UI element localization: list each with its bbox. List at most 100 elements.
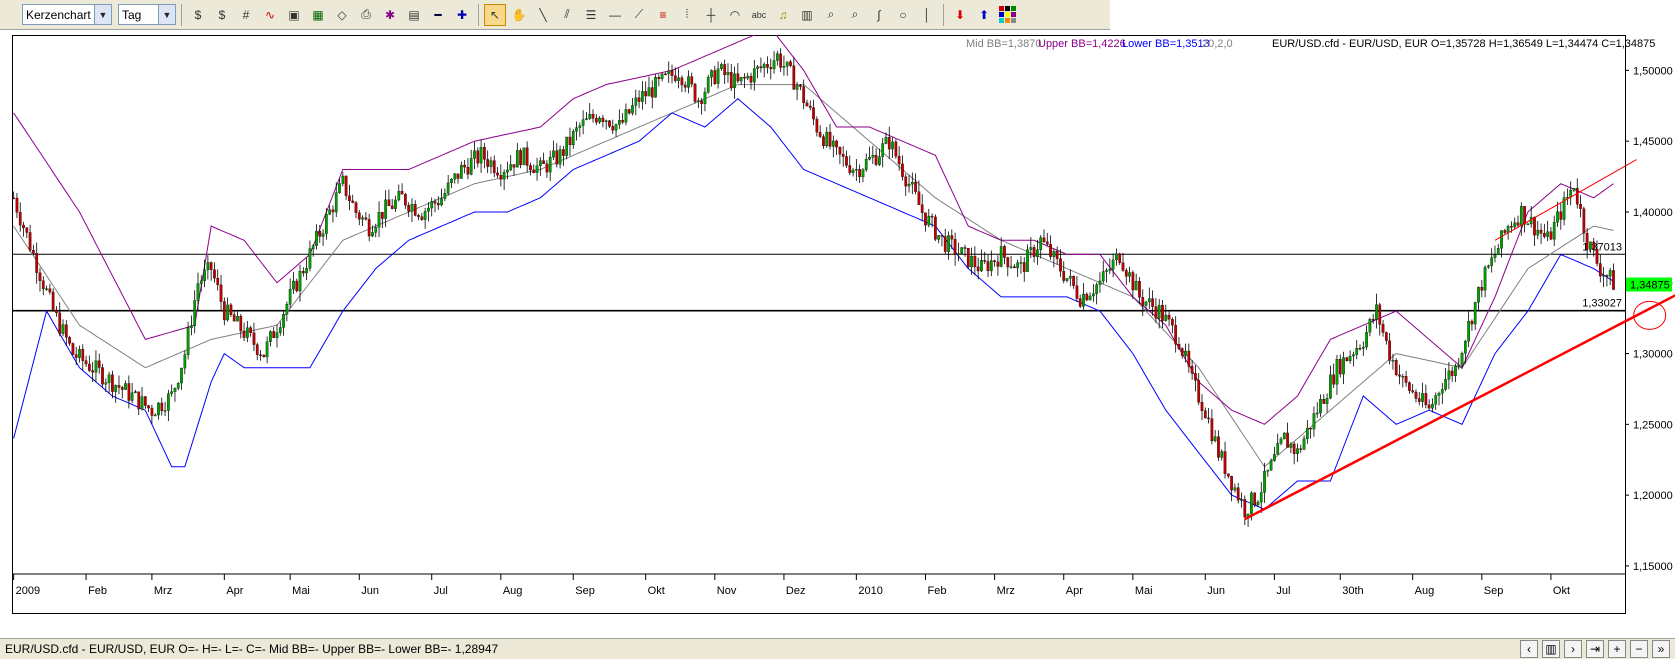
- x-tick-label: 2009: [16, 585, 40, 597]
- x-axis: 2009 Feb Mrz Apr Mai Jun Jul Aug Sep Okt Nov Dez 201…: [12, 573, 1625, 613]
- chart-legend: Mid BB=1,3870 Upper BB=1,4226 Lower BB=1…: [966, 38, 1655, 50]
- chart-type-select[interactable]: Kerzenchart ▼: [22, 4, 112, 25]
- x-tick-label: Mai: [1135, 585, 1153, 597]
- save-icon[interactable]: ▦: [307, 4, 329, 26]
- candle[interactable]: [1394, 358, 1398, 377]
- candle[interactable]: [1345, 356, 1349, 362]
- candle[interactable]: [966, 247, 970, 269]
- candle[interactable]: [654, 74, 657, 98]
- x-tick-label: Okt: [648, 585, 665, 597]
- scroll-forward-icon[interactable]: »: [1652, 640, 1670, 658]
- settings-icon[interactable]: ✱: [379, 4, 401, 26]
- zoom-in-icon[interactable]: +: [1608, 640, 1626, 658]
- zoom-out-icon[interactable]: −: [1630, 640, 1648, 658]
- x-tick-label: Mrz: [154, 585, 172, 597]
- text-icon[interactable]: abc: [748, 4, 770, 26]
- y-tick-label: 1,15000: [1633, 561, 1673, 573]
- candle[interactable]: [960, 247, 964, 254]
- chevron-down-icon[interactable]: ▼: [158, 5, 175, 24]
- candle[interactable]: [706, 74, 710, 94]
- x-tick-label: Dez: [786, 585, 806, 597]
- zoom-icon[interactable]: ⌕: [820, 4, 842, 26]
- legend-params: 20,2,0: [1202, 38, 1233, 50]
- status-text: EUR/USD.cfd - EUR/USD, EUR O=- H=- L=- C…: [5, 642, 499, 656]
- toolbar-separator: [943, 3, 944, 26]
- toolbar-separator: [478, 3, 479, 26]
- chevron-down-icon[interactable]: ▼: [94, 5, 111, 24]
- y-tick-label: 1,25000: [1633, 419, 1673, 431]
- chart-frame[interactable]: 1,370131,33027 1,500001,450001,400001,35…: [12, 35, 1675, 641]
- fib-retracement-icon[interactable]: ≡: [652, 4, 674, 26]
- colors-icon-swatch: [999, 5, 1016, 23]
- candle[interactable]: [934, 214, 937, 242]
- x-tick-label: Feb: [927, 585, 946, 597]
- arc-icon[interactable]: ◠: [724, 4, 746, 26]
- status-bar: EUR/USD.cfd - EUR/USD, EUR O=- H=- L=- C…: [0, 638, 1675, 659]
- legend-upper: Upper BB=1,4226: [1038, 38, 1126, 50]
- x-tick-label: Mrz: [997, 585, 1015, 597]
- period-select[interactable]: Tag ▼: [118, 4, 176, 25]
- x-tick-label: Sep: [1484, 585, 1504, 597]
- cursor-icon[interactable]: ↖: [484, 3, 506, 26]
- candle[interactable]: [1253, 492, 1257, 508]
- print-icon[interactable]: ⎙: [355, 4, 377, 26]
- line-icon[interactable]: ╲: [532, 4, 554, 26]
- fan-icon[interactable]: ⟋: [628, 4, 650, 26]
- hline-icon[interactable]: —: [604, 4, 626, 26]
- y-tick-label: 1,30000: [1633, 349, 1673, 361]
- currency-icon[interactable]: $: [187, 4, 209, 26]
- candle[interactable]: [522, 147, 526, 166]
- x-tick-label: Apr: [1066, 585, 1083, 597]
- window-icon[interactable]: ▤: [403, 4, 425, 26]
- x-tick-label: Apr: [226, 585, 243, 597]
- x-tick-label: Feb: [88, 585, 107, 597]
- candle[interactable]: [894, 139, 898, 159]
- x-tick-label: Jul: [434, 585, 448, 597]
- x-tick-label: Nov: [717, 585, 737, 597]
- freehand-icon[interactable]: ∫: [868, 4, 890, 26]
- x-tick-label: 2010: [858, 585, 882, 597]
- legend-lower: Lower BB=1,3513: [1122, 38, 1210, 50]
- candle[interactable]: [71, 342, 75, 356]
- candle[interactable]: [1282, 432, 1286, 440]
- vertical-grid-icon[interactable]: ⦙: [676, 4, 698, 26]
- image-icon[interactable]: ▣: [283, 4, 305, 26]
- fib-icon[interactable]: ☰: [580, 4, 602, 26]
- scroll-right-icon[interactable]: ›: [1564, 640, 1582, 658]
- scroll-left-icon[interactable]: ‹: [1520, 640, 1538, 658]
- zoom-in-icon[interactable]: ✚: [451, 4, 473, 26]
- x-tick-label: Okt: [1553, 585, 1570, 597]
- sell-icon[interactable]: ⬇: [949, 4, 971, 26]
- y-tick-label: 1,45000: [1633, 136, 1673, 148]
- scroll-track-icon[interactable]: ▥: [1542, 640, 1560, 658]
- open-icon[interactable]: ◇: [331, 4, 353, 26]
- colors-icon[interactable]: [997, 4, 1019, 26]
- parallel-icon[interactable]: ⫽: [556, 4, 578, 26]
- scroll-end-icon[interactable]: ⇥: [1586, 640, 1604, 658]
- zoom-area-icon[interactable]: ⌕: [844, 4, 866, 26]
- crosshair-icon[interactable]: ┼: [700, 4, 722, 26]
- y-tick-label: 1,50000: [1633, 65, 1673, 77]
- period-value: Tag: [122, 7, 142, 22]
- candle[interactable]: [693, 82, 697, 104]
- x-tick-label: 30th: [1342, 585, 1363, 597]
- candlestick-chart[interactable]: 1,370131,33027 1,500001,450001,400001,35…: [12, 35, 1675, 641]
- buy-icon[interactable]: ⬆: [973, 4, 995, 26]
- currency-icon[interactable]: $: [211, 4, 233, 26]
- alarm-icon[interactable]: ♫: [772, 4, 794, 26]
- calculator-icon[interactable]: ▥: [796, 4, 818, 26]
- x-tick-label: Jul: [1276, 585, 1290, 597]
- zoom-out-icon[interactable]: ━: [427, 4, 449, 26]
- hand-icon[interactable]: ✋: [508, 4, 530, 26]
- x-tick-label: Jun: [361, 585, 379, 597]
- vline-icon[interactable]: │: [916, 4, 938, 26]
- grid-icon[interactable]: #: [235, 4, 257, 26]
- legend-mid: Mid BB=1,3870: [966, 38, 1042, 50]
- toolbar: Kerzenchart ▼ Tag ▼ $ $ # ∿ ▣ ▦ ◇ ⎙ ✱ ▤ …: [0, 0, 1110, 30]
- circle-icon[interactable]: ○: [892, 4, 914, 26]
- x-tick-label: Aug: [503, 585, 523, 597]
- indicator-icon[interactable]: ∿: [259, 4, 281, 26]
- y-tick-label: 1,20000: [1633, 490, 1673, 502]
- x-tick-label: Jun: [1207, 585, 1225, 597]
- y-tick-label: 1,40000: [1633, 207, 1673, 219]
